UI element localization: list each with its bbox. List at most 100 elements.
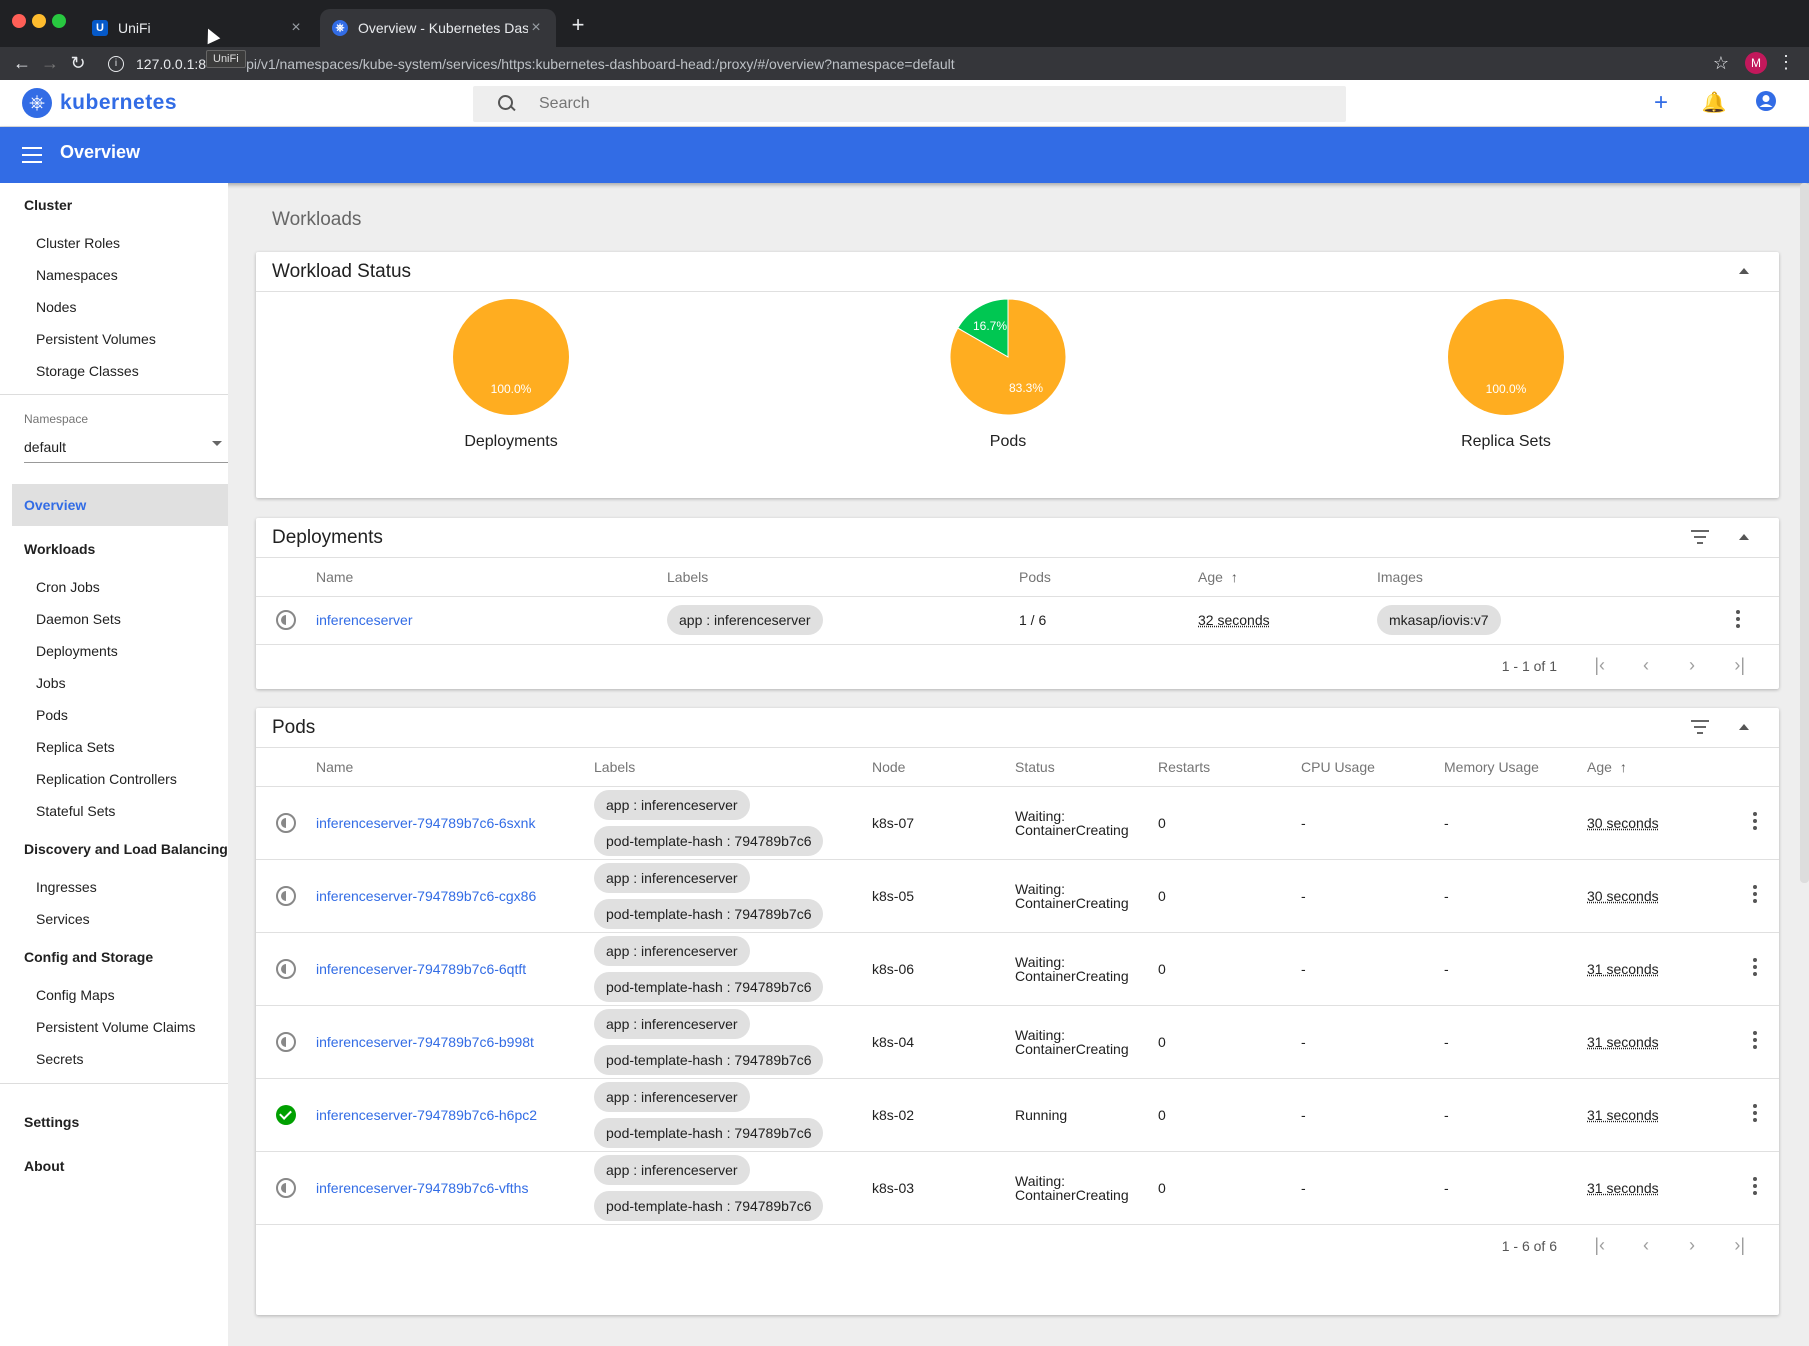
sidebar-item-nodes[interactable]: Nodes	[36, 299, 76, 315]
bookmark-star-icon[interactable]: ☆	[1713, 53, 1729, 74]
maximize-window-button[interactable]	[52, 14, 66, 28]
deployment-link[interactable]: inferenceserver	[316, 612, 413, 628]
minimize-window-button[interactable]	[32, 14, 46, 28]
sidebar-item-persistent-volumes[interactable]: Persistent Volumes	[36, 331, 156, 347]
sidebar-item-replica-sets[interactable]: Replica Sets	[36, 739, 115, 755]
sidebar-item-cluster-roles[interactable]: Cluster Roles	[36, 235, 120, 251]
more-vert-icon[interactable]	[1752, 1031, 1757, 1049]
new-tab-button[interactable]: +	[566, 12, 590, 38]
sidebar-item-replication-controllers[interactable]: Replication Controllers	[36, 771, 177, 787]
col-pods: Pods	[1019, 558, 1198, 597]
sidebar-item-daemon-sets[interactable]: Daemon Sets	[36, 611, 121, 627]
col-name[interactable]: Name	[316, 748, 594, 787]
profile-avatar[interactable]: M	[1745, 52, 1767, 74]
previous-page-icon[interactable]: ‹	[1643, 655, 1649, 676]
age-value: 30 seconds	[1587, 887, 1659, 904]
more-vert-icon[interactable]	[1752, 1104, 1757, 1122]
reload-icon[interactable]: ↻	[64, 53, 92, 74]
sidebar-item-secrets[interactable]: Secrets	[36, 1051, 83, 1067]
more-vert-icon[interactable]	[1752, 885, 1757, 903]
account-circle-icon[interactable]	[1753, 90, 1779, 116]
pod-link[interactable]: inferenceserver-794789b7c6-6sxnk	[316, 815, 535, 831]
sidebar-item-namespaces[interactable]: Namespaces	[36, 267, 118, 283]
more-vert-icon[interactable]	[1752, 812, 1757, 830]
pod-link[interactable]: inferenceserver-794789b7c6-h6pc2	[316, 1107, 537, 1123]
sidebar-item-jobs[interactable]: Jobs	[36, 675, 66, 691]
menu-hamburger-icon[interactable]	[22, 147, 42, 163]
more-vert-icon[interactable]	[1736, 609, 1740, 628]
create-plus-icon[interactable]: +	[1648, 90, 1674, 116]
namespace-select[interactable]: default	[24, 433, 228, 463]
page-scrollbar[interactable]	[1800, 183, 1809, 883]
kubernetes-logo[interactable]: ⎈ kubernetes	[22, 88, 177, 118]
sidebar-item-deployments[interactable]: Deployments	[36, 643, 118, 659]
sidebar-item-pods[interactable]: Pods	[36, 707, 68, 723]
collapse-chevron-icon[interactable]	[1739, 268, 1749, 274]
last-page-icon[interactable]: ›|	[1734, 655, 1745, 676]
browser-tab-unifi[interactable]: U UniFi ×	[80, 9, 316, 47]
sidebar-item-stateful-sets[interactable]: Stateful Sets	[36, 803, 115, 819]
restarts-cell: 0	[1158, 1078, 1301, 1152]
search-bar	[473, 86, 1346, 122]
label-chip: pod-template-hash : 794789b7c6	[594, 898, 824, 929]
namespace-value: default	[24, 439, 67, 455]
more-vert-icon[interactable]	[1752, 1177, 1757, 1195]
last-page-icon[interactable]: ›|	[1734, 1235, 1745, 1256]
col-name[interactable]: Name	[316, 558, 667, 597]
sidebar-item-label: Overview	[24, 497, 87, 513]
close-tab-icon[interactable]: ×	[288, 19, 304, 37]
collapse-chevron-icon[interactable]	[1739, 534, 1749, 540]
sidebar-section-discovery[interactable]: Discovery and Load Balancing	[24, 841, 228, 857]
next-page-icon[interactable]: ›	[1689, 1235, 1695, 1256]
pod-link[interactable]: inferenceserver-794789b7c6-b998t	[316, 1034, 534, 1050]
sidebar-item-storage-classes[interactable]: Storage Classes	[36, 363, 139, 379]
browser-menu-icon[interactable]: ⋮	[1777, 52, 1795, 73]
sidebar-section-cluster[interactable]: Cluster	[24, 197, 72, 213]
col-age[interactable]: Age ↑	[1198, 558, 1377, 597]
sidebar-section-config[interactable]: Config and Storage	[24, 949, 153, 965]
sidebar-item-pvc[interactable]: Persistent Volume Claims	[36, 1019, 196, 1035]
table-row: inferenceserver-794789b7c6-vfths app : in…	[256, 1151, 1779, 1225]
pods-status-chart: 16.7% 83.3% Pods	[888, 297, 1128, 451]
sidebar-item-config-maps[interactable]: Config Maps	[36, 987, 115, 1003]
filter-icon[interactable]	[1691, 530, 1709, 544]
memory-cell: -	[1444, 1078, 1587, 1152]
sidebar-item-overview[interactable]: Overview	[12, 484, 228, 526]
pod-link[interactable]: inferenceserver-794789b7c6-cgx86	[316, 888, 536, 904]
next-page-icon[interactable]: ›	[1689, 655, 1695, 676]
col-age[interactable]: Age ↑	[1587, 748, 1730, 787]
sidebar-item-settings[interactable]: Settings	[24, 1114, 79, 1130]
pod-status-line: ContainerCreating	[1015, 967, 1129, 984]
site-info-icon[interactable]: i	[108, 56, 124, 72]
back-icon[interactable]: ←	[8, 53, 36, 74]
kubernetes-wheel-icon: ⎈	[22, 88, 52, 118]
status-cell	[256, 1078, 316, 1152]
first-page-icon[interactable]: |‹	[1594, 1235, 1605, 1256]
collapse-chevron-icon[interactable]	[1739, 724, 1749, 730]
browser-tab-overview[interactable]: ⎈ Overview - Kubernetes Dashbo ×	[320, 9, 556, 47]
url-field[interactable]: i 127.0.0.1:8 pi/v1/namespaces/kube-syst…	[108, 51, 1726, 77]
search-input[interactable]	[539, 95, 1239, 113]
sidebar-item-services[interactable]: Services	[36, 911, 90, 927]
actions-cell	[1730, 786, 1779, 860]
node-cell: k8s-05	[872, 859, 1015, 933]
close-window-button[interactable]	[12, 14, 26, 28]
pod-name: inferenceserver-794789b7c6-6qtft	[316, 932, 594, 1006]
age-cell: 31 seconds	[1587, 1151, 1730, 1225]
memory-cell: -	[1444, 786, 1587, 860]
pod-link[interactable]: inferenceserver-794789b7c6-vfths	[316, 1180, 528, 1196]
first-page-icon[interactable]: |‹	[1594, 655, 1605, 676]
sidebar-item-cron-jobs[interactable]: Cron Jobs	[36, 579, 100, 595]
sidebar-item-ingresses[interactable]: Ingresses	[36, 879, 97, 895]
forward-icon[interactable]: →	[36, 53, 64, 74]
close-tab-icon[interactable]: ×	[528, 19, 544, 37]
pod-link[interactable]: inferenceserver-794789b7c6-6qtft	[316, 961, 526, 977]
sidebar-item-about[interactable]: About	[24, 1158, 64, 1174]
more-vert-icon[interactable]	[1752, 958, 1757, 976]
node-cell: k8s-03	[872, 1151, 1015, 1225]
replica-sets-pie-chart: 100.0%	[1448, 299, 1564, 415]
previous-page-icon[interactable]: ‹	[1643, 1235, 1649, 1256]
sidebar-section-workloads[interactable]: Workloads	[24, 541, 95, 557]
notifications-bell-icon[interactable]: 🔔	[1701, 90, 1727, 116]
filter-icon[interactable]	[1691, 720, 1709, 734]
